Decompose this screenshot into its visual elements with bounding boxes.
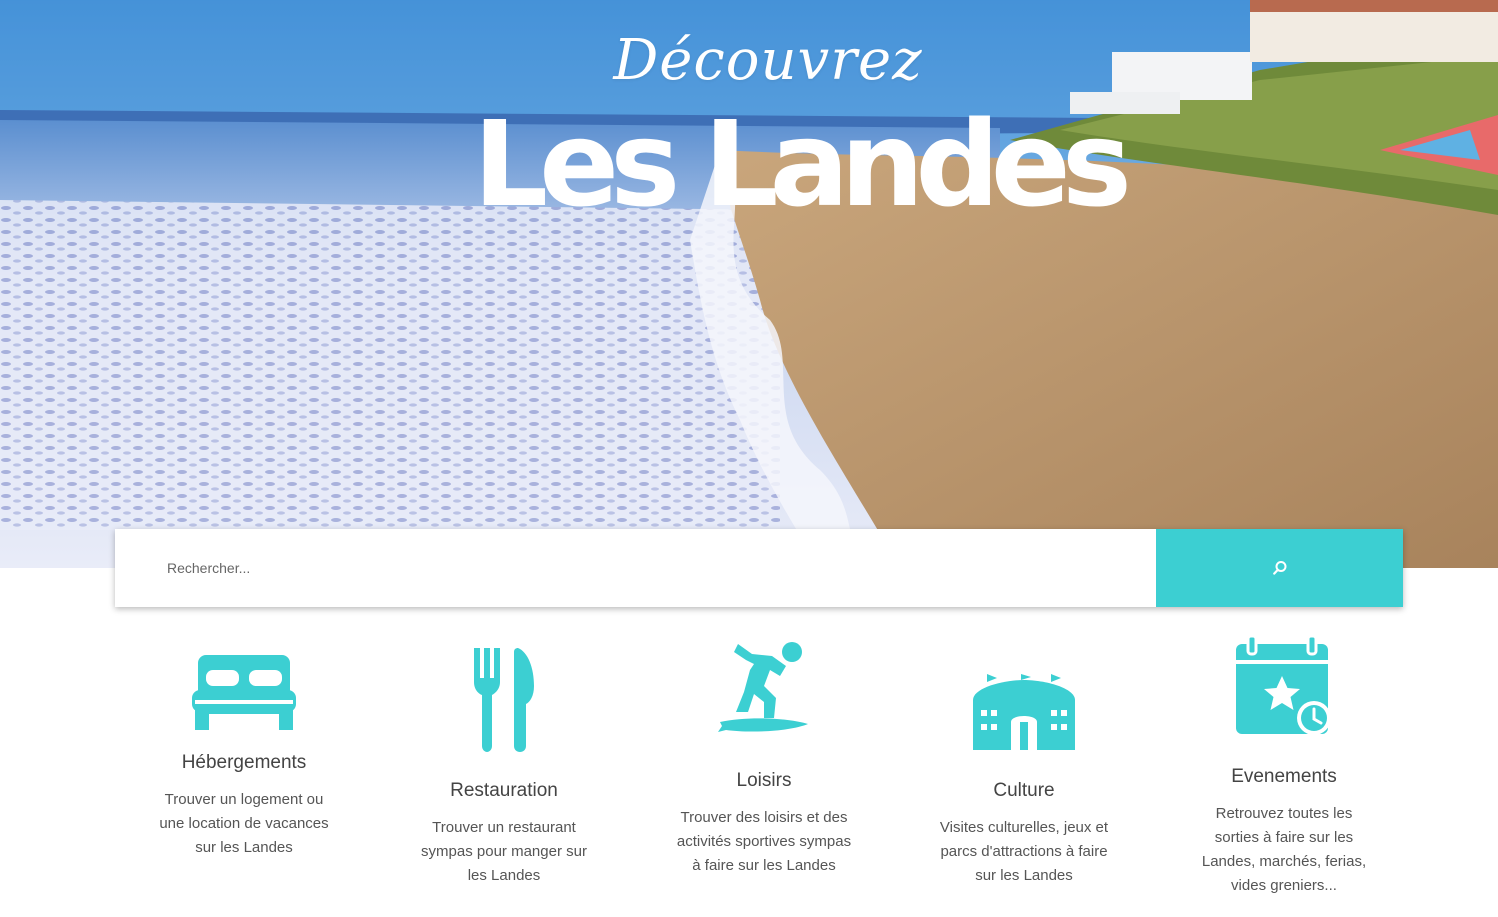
search-input[interactable] xyxy=(115,529,1156,607)
arena-icon xyxy=(973,674,1075,750)
category-description: Trouver des loisirs et des activités spo… xyxy=(676,809,852,874)
hero-title: Les Landes xyxy=(472,95,1132,233)
category-evenements[interactable]: Evenements Retrouvez toutes les sorties … xyxy=(1184,636,1384,898)
hero-banner: Découvrez Les Landes xyxy=(0,0,1498,568)
category-description: Trouver un restaurant sympas pour manger… xyxy=(421,819,587,884)
category-title: Loisirs xyxy=(736,770,792,791)
hero-kicker: Découvrez xyxy=(613,28,923,93)
category-title: Evenements xyxy=(1231,766,1337,787)
bed-icon xyxy=(192,655,296,730)
category-description: Trouver un logement ou une location de v… xyxy=(159,791,329,856)
category-restauration[interactable]: Restauration Trouver un restaurant sympa… xyxy=(404,648,604,888)
category-title: Restauration xyxy=(450,780,558,801)
search-button[interactable] xyxy=(1156,529,1403,607)
category-culture[interactable]: Culture Visites culturelles, jeux et par… xyxy=(924,674,1124,888)
category-description: Visites culturelles, jeux et parcs d'att… xyxy=(939,819,1109,884)
surfer-icon xyxy=(718,642,808,732)
search-bar xyxy=(115,529,1403,607)
category-loisirs[interactable]: Loisirs Trouver des loisirs et des activ… xyxy=(664,640,864,878)
search-icon xyxy=(1272,561,1286,575)
fork-knife-icon xyxy=(474,648,534,752)
category-hebergements[interactable]: Hébergements Trouver un logement ou une … xyxy=(144,630,344,860)
category-title: Culture xyxy=(993,780,1055,801)
category-description: Retrouvez toutes les sorties à faire sur… xyxy=(1201,805,1367,894)
category-title: Hébergements xyxy=(181,752,307,773)
calendar-star-icon xyxy=(1236,636,1331,735)
